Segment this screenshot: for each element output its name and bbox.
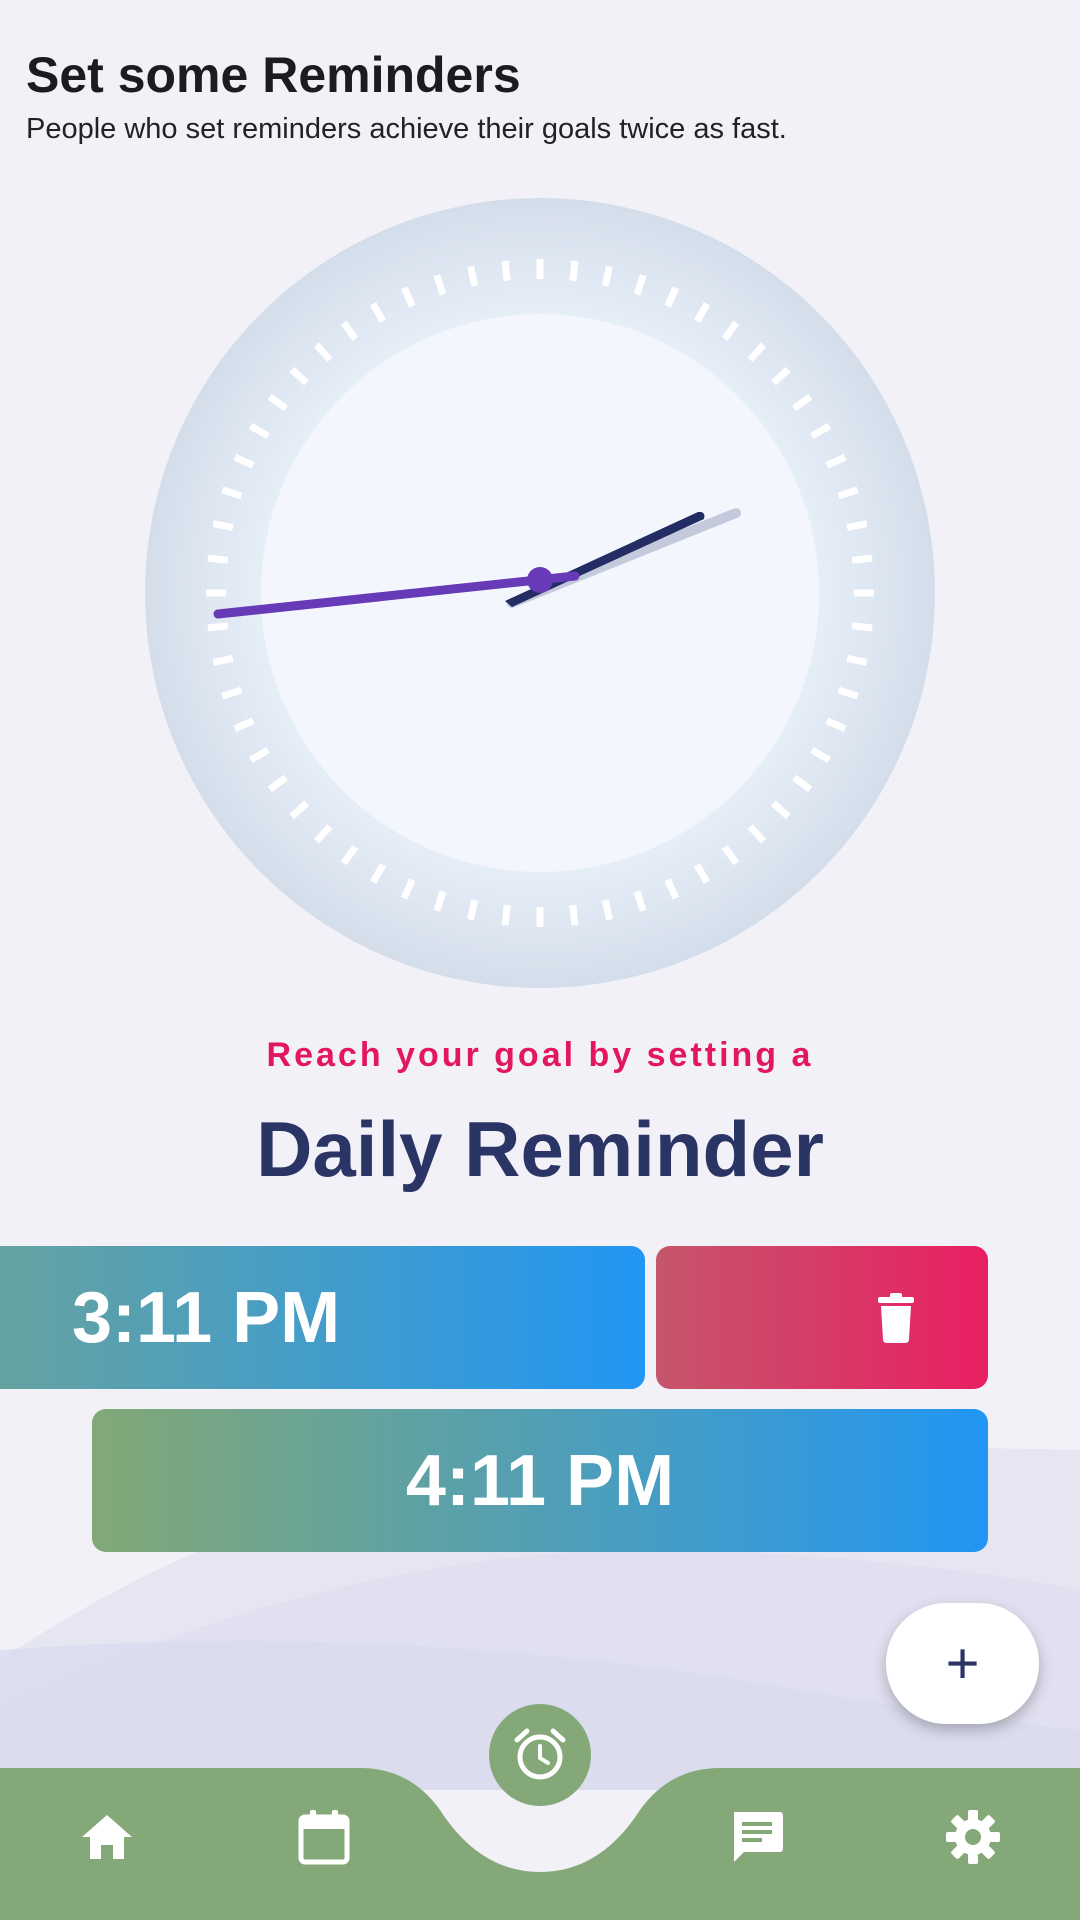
tagline: Reach your goal by setting a xyxy=(266,1036,814,1074)
reminder-item[interactable]: 4:11 PM xyxy=(92,1409,988,1552)
clock-tick xyxy=(212,520,234,532)
chat-icon xyxy=(734,1812,783,1862)
alarm-clock-icon xyxy=(514,1728,566,1780)
clock-tick xyxy=(569,260,579,282)
analog-clock xyxy=(140,193,940,993)
clock-tick xyxy=(601,265,613,287)
nav-home[interactable] xyxy=(62,1792,152,1882)
delete-reminder-button[interactable] xyxy=(656,1246,988,1389)
add-reminder-button[interactable]: + xyxy=(886,1603,1039,1724)
nav-settings[interactable] xyxy=(928,1792,1018,1882)
nav-messages[interactable] xyxy=(712,1792,802,1882)
clock-tick xyxy=(846,654,868,666)
calendar-icon xyxy=(298,1810,350,1865)
clock-tick xyxy=(601,899,613,921)
clock-tick xyxy=(207,554,229,564)
nav-calendar[interactable] xyxy=(279,1792,369,1882)
clock-tick xyxy=(851,554,873,564)
clock-tick xyxy=(501,260,511,282)
page-subtitle: People who set reminders achieve their g… xyxy=(26,113,787,145)
clock-tick xyxy=(851,622,873,632)
bottom-navigation xyxy=(0,1704,1080,1920)
nav-reminders[interactable] xyxy=(489,1704,591,1806)
clock-tick xyxy=(467,265,479,287)
plus-icon: + xyxy=(945,1631,980,1696)
headline: Daily Reminder xyxy=(256,1105,824,1193)
clock-tick xyxy=(569,904,579,926)
header: Set some Reminders People who set remind… xyxy=(26,48,1056,146)
reminder-time: 3:11 PM xyxy=(72,1277,341,1358)
page-title: Set some Reminders xyxy=(26,47,521,103)
clock-tick xyxy=(501,904,511,926)
trash-icon xyxy=(878,1292,914,1343)
reminder-time: 4:11 PM xyxy=(405,1440,675,1521)
home-icon xyxy=(82,1815,132,1859)
clock-tick xyxy=(467,899,479,921)
clock-center-pin xyxy=(527,567,553,593)
clock-tick xyxy=(207,622,229,632)
clock-face xyxy=(145,198,935,988)
clock-tick xyxy=(212,654,234,666)
clock-tick xyxy=(846,520,868,532)
gear-icon xyxy=(946,1810,1000,1864)
reminder-item[interactable]: 3:11 PM xyxy=(0,1246,645,1389)
